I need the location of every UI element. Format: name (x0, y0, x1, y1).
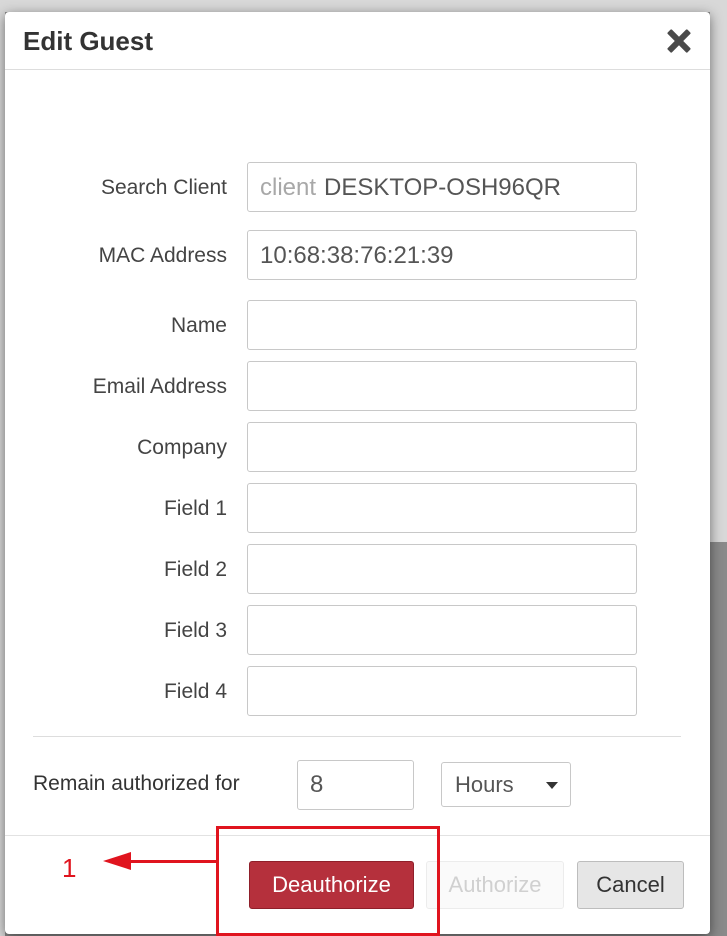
name-label: Name (170, 314, 227, 337)
mac-address-label: MAC Address (98, 244, 227, 267)
search-client-value: DESKTOP-OSH96QR (324, 174, 561, 201)
search-client-input[interactable]: client DESKTOP-OSH96QR (247, 162, 637, 212)
form-divider (33, 736, 681, 737)
company-label: Company (137, 436, 227, 459)
search-client-prefix: client (260, 174, 317, 201)
annotation-number: 1 (62, 853, 77, 883)
background-strip (0, 0, 727, 12)
name-input[interactable] (247, 300, 637, 350)
background-strip (710, 12, 727, 542)
duration-unit-value: Hours (455, 772, 514, 797)
authorize-button[interactable]: Authorize (426, 861, 564, 909)
field2-label: Field 2 (163, 558, 227, 581)
annotation-highlight-box (216, 826, 440, 936)
field4-input[interactable] (247, 666, 637, 716)
duration-input[interactable]: 8 (297, 760, 414, 810)
field1-label: Field 1 (163, 497, 227, 520)
remain-authorized-label: Remain authorized for (33, 772, 240, 795)
field4-label: Field 4 (163, 680, 227, 703)
field3-label: Field 3 (163, 619, 227, 642)
field2-input[interactable] (247, 544, 637, 594)
field3-input[interactable] (247, 605, 637, 655)
annotation-arrow-icon (103, 852, 131, 870)
dialog-header: Edit Guest (5, 12, 710, 70)
email-label: Email Address (92, 375, 227, 398)
company-input[interactable] (247, 422, 637, 472)
chevron-down-icon (546, 782, 558, 789)
email-input[interactable] (247, 361, 637, 411)
close-icon[interactable] (666, 28, 692, 54)
duration-unit-select[interactable]: Hours (441, 762, 571, 807)
annotation-arrow-line (128, 860, 216, 863)
cancel-button[interactable]: Cancel (577, 861, 684, 909)
field1-input[interactable] (247, 483, 637, 533)
edit-guest-dialog: Edit Guest Search Client client DESKTOP-O… (5, 12, 710, 934)
dialog-title: Edit Guest (23, 26, 154, 56)
mac-address-input[interactable]: 10:68:38:76:21:39 (247, 230, 637, 280)
search-client-label: Search Client (100, 176, 227, 199)
